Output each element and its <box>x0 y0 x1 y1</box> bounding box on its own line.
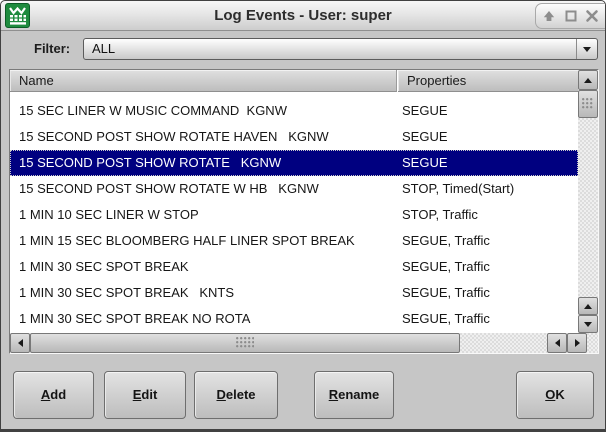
list-item-properties: SEGUE <box>402 103 448 118</box>
scroll-left-button[interactable] <box>10 333 30 353</box>
horizontal-scroll-thumb[interactable] <box>30 333 460 353</box>
close-button[interactable] <box>583 7 601 25</box>
list-item[interactable]: 1 MIN 15 SEC BLOOMBERG HALF LINER SPOT B… <box>10 228 578 254</box>
list-item-properties: SEGUE, Traffic <box>402 259 490 274</box>
list-item[interactable]: 15 SECOND POST SHOW ROTATE HAVEN KGNW SE… <box>10 124 578 150</box>
scroll-up-button-bottom[interactable] <box>578 297 598 315</box>
list-item-name: 1 MIN 30 SEC SPOT BREAK KNTS <box>19 285 234 300</box>
scroll-up-button[interactable] <box>578 70 598 90</box>
scroll-down-button[interactable] <box>578 315 598 333</box>
log-events-window: Log Events - User: super Filter: ALL Nam… <box>0 0 606 432</box>
filter-selected-value: ALL <box>92 39 115 59</box>
list-item-properties: SEGUE, Traffic <box>402 285 490 300</box>
list-item-properties: SEGUE <box>402 155 448 170</box>
triangle-up-icon <box>584 304 592 309</box>
triangle-down-icon <box>584 322 592 327</box>
list-item-name: 15 SECOND POST SHOW ROTATE HAVEN KGNW <box>19 129 329 144</box>
triangle-up-icon <box>584 78 592 83</box>
list-item[interactable]: 1 MIN 10 SEC LINER W STOP STOP, Traffic <box>10 202 578 228</box>
list-item-name: 1 MIN 30 SEC SPOT BREAK NO ROTA <box>19 311 250 326</box>
titlebar[interactable]: Log Events - User: super <box>1 1 605 31</box>
maximize-button[interactable] <box>562 7 580 25</box>
triangle-down-icon <box>583 47 591 52</box>
list-item-properties: STOP, Timed(Start) <box>402 181 514 196</box>
list-item-properties: SEGUE <box>402 129 448 144</box>
list-item[interactable]: 1 MIN 30 SEC SPOT BREAK SEGUE, Traffic <box>10 254 578 280</box>
list-item-name: 1 MIN 30 SEC SPOT BREAK <box>19 259 189 274</box>
list-item[interactable]: 15 SECOND POST SHOW ROTATE W HB KGNW STO… <box>10 176 578 202</box>
list-item-name: 15 SEC LINER W MUSIC COMMAND KGNW <box>19 103 287 118</box>
shade-button[interactable] <box>540 7 558 25</box>
horizontal-scroll-track-end[interactable] <box>587 333 598 353</box>
ok-button[interactable]: OK <box>516 371 594 419</box>
combo-dropdown-button[interactable] <box>576 39 597 59</box>
horizontal-scroll-track[interactable] <box>460 333 547 353</box>
triangle-left-icon <box>18 339 23 347</box>
add-button[interactable]: Add <box>13 371 94 419</box>
x-icon <box>585 9 599 23</box>
event-list: Name Properties 15 SEC LINER W MUSIC COM… <box>9 69 599 354</box>
list-item-name: 1 MIN 10 SEC LINER W STOP <box>19 207 199 222</box>
vertical-scrollbar <box>578 70 598 333</box>
list-item-name: 15 SECOND POST SHOW ROTATE KGNW <box>19 155 281 170</box>
list-item[interactable]: 15 SECOND POST SHOW ROTATE KGNW SEGUE <box>10 150 578 176</box>
delete-button[interactable]: Delete <box>194 371 278 419</box>
list-item[interactable]: 1 MIN 30 SEC SPOT BREAK NO ROTA SEGUE, T… <box>10 306 578 332</box>
edit-button[interactable]: Edit <box>104 371 186 419</box>
scroll-left-button-right[interactable] <box>547 333 567 353</box>
column-header-name[interactable]: Name <box>10 70 397 92</box>
up-arrow-icon <box>542 9 556 23</box>
vertical-scroll-track[interactable] <box>578 118 598 297</box>
list-item[interactable]: 15 SEC LINER W MUSIC COMMAND KGNW SEGUE <box>10 98 578 124</box>
list-rows: 15 SEC LINER W MUSIC COMMAND KGNW SEGUE … <box>10 92 578 333</box>
list-item-properties: SEGUE, Traffic <box>402 311 490 326</box>
triangle-right-icon <box>575 339 580 347</box>
horizontal-scrollbar <box>10 333 598 353</box>
vertical-scroll-thumb[interactable] <box>578 90 598 118</box>
list-item-properties: SEGUE, Traffic <box>402 233 490 248</box>
scroll-right-button[interactable] <box>567 333 587 353</box>
filter-combobox[interactable]: ALL <box>83 38 598 60</box>
column-header-properties[interactable]: Properties <box>398 70 578 92</box>
window-controls <box>535 3 605 29</box>
filter-label: Filter: <box>34 41 70 56</box>
square-icon <box>564 9 578 23</box>
list-item-name: 15 SECOND POST SHOW ROTATE W HB KGNW <box>19 181 319 196</box>
rename-button[interactable]: Rename <box>314 371 394 419</box>
window-title: Log Events - User: super <box>1 1 605 31</box>
list-item-properties: STOP, Traffic <box>402 207 478 222</box>
list-item-name: 1 MIN 15 SEC BLOOMBERG HALF LINER SPOT B… <box>19 233 355 248</box>
grip-dots-icon <box>582 98 594 110</box>
list-header: Name Properties <box>10 70 578 92</box>
list-item[interactable]: 1 MIN 30 SEC SPOT BREAK KNTS SEGUE, Traf… <box>10 280 578 306</box>
triangle-left-icon <box>555 339 560 347</box>
grip-dots-icon <box>236 337 254 349</box>
